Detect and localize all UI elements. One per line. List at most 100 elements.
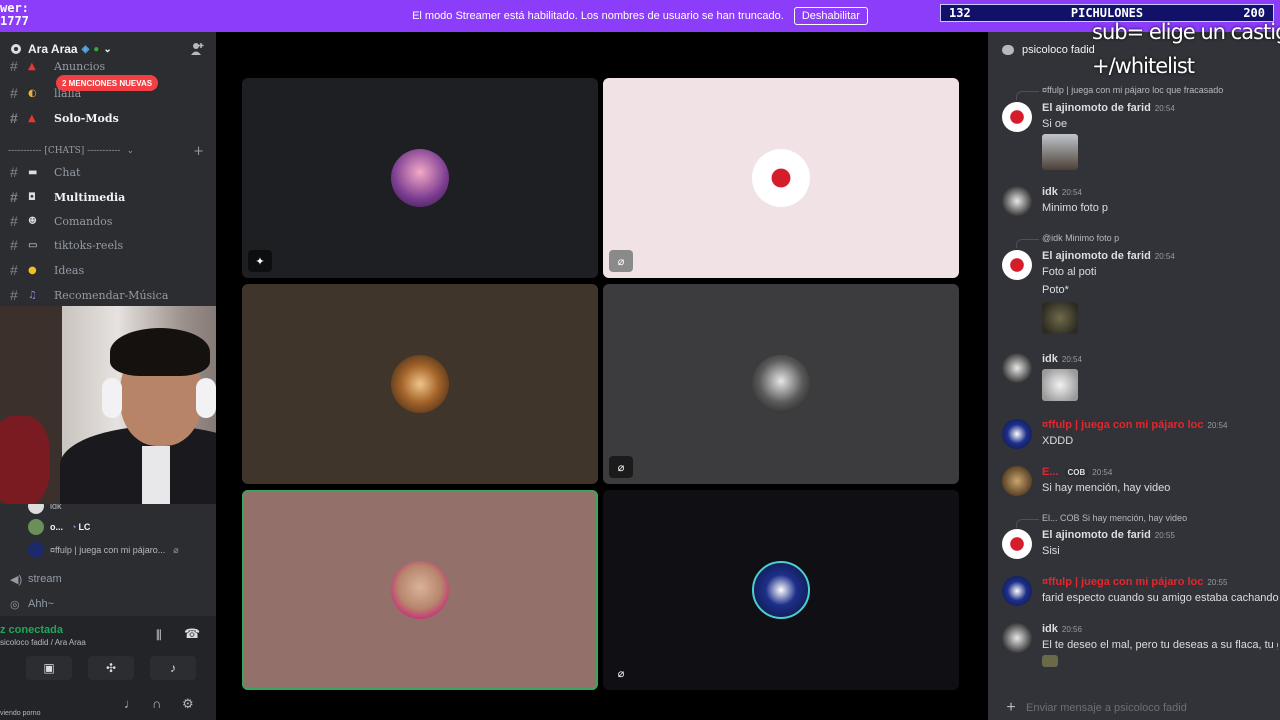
channel-tiktoks-reels[interactable]: # ▭ tiktoks-reels (0, 234, 216, 256)
noise-suppression-icon[interactable]: ⫼ (156, 628, 162, 643)
headphone-right (196, 378, 216, 418)
participant-tile-1[interactable]: ✦ (242, 78, 598, 278)
message-text: Si oe (1042, 118, 1068, 130)
author-name[interactable]: ¤ffulp | juega con mi pájaro loc 20:54 (1042, 419, 1227, 431)
image-attachment[interactable] (1042, 369, 1078, 401)
avatar[interactable] (1002, 466, 1032, 496)
avatar[interactable] (1002, 419, 1032, 449)
role-tag: COB (1064, 468, 1089, 477)
channel-label: Anuncios (54, 59, 106, 73)
channel-label: Chat (54, 165, 81, 179)
add-member-icon[interactable] (190, 42, 204, 56)
message-input[interactable]: + Enviar mensaje a psicoloco fadid (996, 696, 1280, 720)
author-label: ¤ffulp | juega con mi pájaro loc (1042, 419, 1204, 431)
author-name[interactable]: idk 20:54 (1042, 353, 1082, 365)
headphones-icon[interactable]: ∩ (152, 696, 161, 711)
stream-overlay-sub-text: sub= elige un castigo (1092, 20, 1280, 44)
participant-tile-2[interactable]: ⌀ (603, 78, 959, 278)
channel-solo-mods[interactable]: # ▲ Solo-Mods (0, 107, 216, 129)
server-name: Ara Araa (28, 42, 78, 56)
muted-icon: ⌀ (609, 250, 633, 272)
timestamp: 20:54 (1061, 188, 1082, 197)
stream-overlay-whitelist-text: +/whitelist (1092, 54, 1195, 78)
reply-reference[interactable]: @idk Minimo foto p (1015, 233, 1119, 248)
server-boost-icon (11, 44, 21, 54)
author-name[interactable]: idk 20:56 (1042, 623, 1082, 635)
lightbulb-icon: ● (28, 264, 37, 276)
disconnect-icon[interactable]: ☎ (184, 626, 200, 642)
timestamp: 20:56 (1061, 625, 1082, 634)
channel-recomendar-musica[interactable]: # ♫ Recomendar-Música (0, 284, 216, 306)
voice-user-o[interactable]: o... ◔ LC (28, 517, 90, 537)
category-chats[interactable]: ----------- [CHATS] ----------- ⌄ + (8, 144, 208, 159)
participant-tile-6[interactable]: ⌀ (603, 490, 959, 690)
author-name[interactable]: idk 20:54 (1042, 186, 1082, 198)
channel-anuncios[interactable]: # ▲ Anuncios (0, 58, 216, 74)
microphone-icon[interactable]: ♩ (124, 696, 137, 711)
reply-reference[interactable]: ¤ffulp | juega con mi pájaro loc que fra… (1015, 85, 1223, 100)
muted-icon: ⌀ (173, 544, 179, 555)
voice-connection-panel: z conectada sicoloco fadid / Ara Araa ⫼ … (0, 616, 216, 688)
soundboard-button[interactable]: ♪ (150, 656, 196, 680)
participant-tile-4[interactable]: ⌀ (603, 284, 959, 484)
avatar[interactable] (1002, 529, 1032, 559)
new-mentions-pill[interactable]: 2 MENCIONES NUEVAS (56, 75, 159, 91)
server-emoji-icon-2: ● (93, 43, 100, 55)
banner-text: El modo Streamer está habilitado. Los no… (412, 10, 784, 22)
chevron-down-icon: ⌄ (103, 43, 112, 55)
author-label: idk (1042, 623, 1058, 635)
hash-icon: # (10, 189, 18, 205)
hash-icon: # (10, 58, 18, 74)
speaker-icon: ◀) (10, 573, 23, 586)
screen-share-icon: ▣ (43, 661, 55, 675)
voice-channel-ahh[interactable]: ◎ Ahh~ (10, 594, 54, 614)
settings-gear-icon[interactable]: ⚙ (182, 696, 194, 712)
avatar (28, 519, 44, 535)
reply-reference[interactable]: El... COB Si hay mención, hay video (1015, 513, 1187, 528)
author-name[interactable]: E... COB 20:54 (1042, 466, 1112, 478)
voice-channel-label: Ahh~ (28, 598, 54, 610)
author-name[interactable]: ¤ffulp | juega con mi pájaro loc 20:55 (1042, 576, 1227, 588)
participant-avatar (752, 355, 810, 413)
timestamp: 20:54 (1154, 252, 1175, 261)
avatar[interactable] (1002, 576, 1032, 606)
headphone-left (102, 378, 122, 418)
disable-streamer-mode-button[interactable]: Deshabilitar (793, 7, 868, 25)
avatar[interactable] (1002, 623, 1032, 653)
author-name[interactable]: El ajinomoto de farid 20:55 (1042, 529, 1175, 541)
channel-multimedia[interactable]: # ◘ Multimedia (0, 186, 216, 208)
voice-user-ffulp[interactable]: ¤ffulp | juega con mi pájaro... ⌀ (28, 540, 179, 560)
author-name[interactable]: El ajinomoto de farid 20:54 (1042, 250, 1175, 262)
image-attachment[interactable] (1042, 302, 1078, 334)
participant-tile-5-speaking[interactable] (242, 490, 598, 690)
channel-chat[interactable]: # ▬ Chat (0, 161, 216, 183)
robot-icon: ☻ (28, 215, 37, 227)
avatar[interactable] (1002, 250, 1032, 280)
share-screen-button[interactable]: ▣ (26, 656, 72, 680)
message-text: Poto* (1042, 284, 1069, 296)
voice-channel-stream[interactable]: ◀) stream (10, 569, 62, 589)
avatar[interactable] (1002, 102, 1032, 132)
avatar[interactable] (1002, 186, 1032, 216)
activities-button[interactable]: ✣ (88, 656, 134, 680)
hash-icon: # (10, 237, 18, 253)
chat-bubble-icon (1002, 45, 1014, 55)
channel-ideas[interactable]: # ● Ideas (0, 259, 216, 281)
channel-label: tiktoks-reels (54, 238, 124, 252)
muted-icon: ⌀ (617, 667, 625, 680)
channel-label: Ideas (54, 263, 85, 277)
channel-emoji-icon: ▲ (28, 60, 36, 72)
channel-comandos[interactable]: # ☻ Comandos (0, 210, 216, 232)
author-name[interactable]: El ajinomoto de farid 20:54 (1042, 102, 1175, 114)
avatar[interactable] (1002, 353, 1032, 383)
image-attachment[interactable] (1042, 134, 1078, 170)
voice-status: z conectada (0, 624, 63, 636)
avatar (28, 542, 44, 558)
message-text: Minimo foto p (1042, 202, 1109, 214)
participant-tile-3[interactable] (242, 284, 598, 484)
create-channel-icon[interactable]: + (193, 144, 204, 159)
add-attachment-icon[interactable]: + (996, 699, 1026, 717)
text-chat-panel: psicoloco fadid ¤ffulp | juega con mi pá… (988, 32, 1280, 720)
music-icon: ♫ (28, 289, 37, 301)
voice-user-tag: LC (78, 522, 91, 532)
